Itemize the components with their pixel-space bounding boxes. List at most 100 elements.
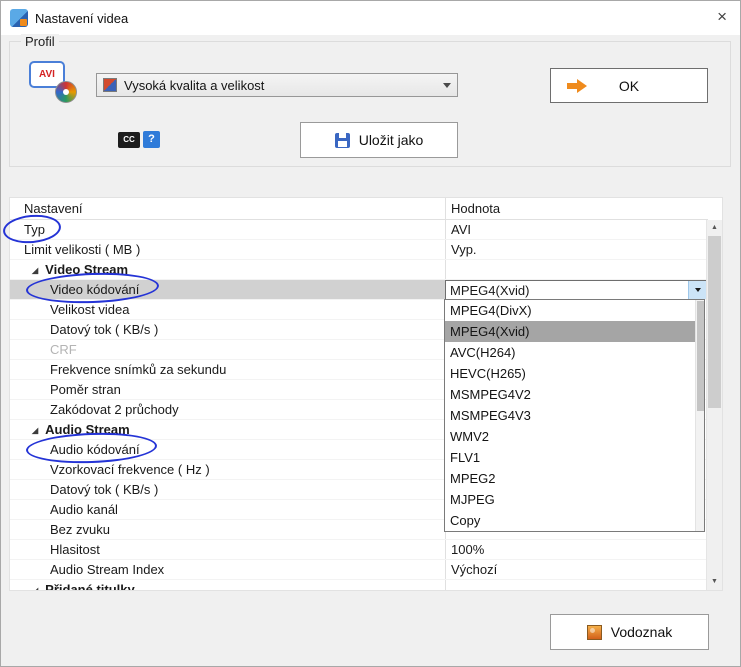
profile-preset-combobox[interactable]: Vysoká kvalita a velikost: [96, 73, 458, 97]
video-codec-combobox[interactable]: MPEG4(Xvid): [445, 280, 708, 299]
setting-name-cell[interactable]: Audio Stream Index: [10, 560, 445, 579]
combobox-dropdown-button[interactable]: [688, 281, 707, 299]
watermark-button[interactable]: Vodoznak: [550, 614, 709, 650]
watermark-icon: [587, 625, 602, 640]
expander-icon[interactable]: ◢: [32, 421, 38, 439]
preset-value: Vysoká kvalita a velikost: [124, 78, 264, 93]
setting-name-cell[interactable]: CRF: [10, 340, 445, 359]
setting-label: Vzorkovací frekvence ( Hz ): [50, 462, 210, 477]
setting-label: Hlasitost: [50, 542, 100, 557]
dropdown-item[interactable]: MPEG2: [445, 468, 704, 489]
setting-name-cell[interactable]: Typ: [10, 220, 445, 239]
setting-name-cell[interactable]: Poměr stran: [10, 380, 445, 399]
setting-label: Video kódování: [50, 282, 139, 297]
setting-name-cell[interactable]: Audio kanál: [10, 500, 445, 519]
chevron-down-icon: [443, 83, 451, 88]
titlebar: Nastavení videa ×: [1, 1, 740, 35]
setting-label: Přidané titulky: [45, 582, 135, 591]
column-header-setting: Nastavení: [24, 201, 83, 216]
subtitle-icon[interactable]: CC: [118, 132, 140, 148]
dropdown-scrollbar-thumb[interactable]: [697, 301, 704, 411]
setting-label: Video Stream: [45, 262, 128, 277]
column-header-value: Hodnota: [451, 201, 500, 216]
setting-name-cell[interactable]: Velikost videa: [10, 300, 445, 319]
save-as-button[interactable]: Uložit jako: [300, 122, 458, 158]
ok-button[interactable]: OK: [550, 68, 708, 103]
setting-label: Audio Stream: [45, 422, 130, 437]
setting-name-cell[interactable]: Zakódovat 2 průchody: [10, 400, 445, 419]
watermark-button-label: Vodoznak: [611, 624, 673, 640]
setting-row[interactable]: Typ AVI: [10, 220, 708, 240]
save-as-button-label: Uložit jako: [359, 132, 424, 148]
setting-label: Limit velikosti ( MB ): [24, 242, 140, 257]
expander-icon[interactable]: ◢: [32, 581, 38, 591]
scroll-up-icon[interactable]: ▲: [707, 220, 722, 236]
setting-name-cell[interactable]: ◢ Video Stream: [10, 260, 445, 279]
dropdown-item[interactable]: MJPEG: [445, 489, 704, 510]
setting-label: Datový tok ( KB/s ): [50, 482, 158, 497]
setting-label: Frekvence snímků za sekundu: [50, 362, 226, 377]
video-codec-dropdown-list: MPEG4(DivX)MPEG4(Xvid)AVC(H264)HEVC(H265…: [444, 299, 705, 532]
dropdown-item[interactable]: MPEG4(DivX): [445, 300, 704, 321]
scroll-down-icon[interactable]: ▼: [707, 574, 722, 590]
dropdown-item[interactable]: FLV1: [445, 447, 704, 468]
scrollbar-thumb[interactable]: [708, 236, 721, 408]
dropdown-items: MPEG4(DivX)MPEG4(Xvid)AVC(H264)HEVC(H265…: [445, 300, 704, 531]
dropdown-scrollbar[interactable]: [695, 300, 704, 531]
chevron-down-icon: [695, 288, 701, 292]
setting-label: Bez zvuku: [50, 522, 110, 537]
setting-label: Datový tok ( KB/s ): [50, 322, 158, 337]
group-row[interactable]: ◢ Video Stream: [10, 260, 708, 280]
save-icon: [335, 133, 350, 148]
setting-name-cell[interactable]: Video kódování: [10, 280, 445, 299]
help-icon[interactable]: ?: [143, 131, 160, 148]
ok-button-label: OK: [619, 78, 639, 94]
dropdown-item[interactable]: AVC(H264): [445, 342, 704, 363]
dropdown-item[interactable]: WMV2: [445, 426, 704, 447]
setting-value-cell[interactable]: [445, 260, 708, 279]
setting-value-cell[interactable]: Výchozí: [445, 560, 708, 579]
setting-value-cell[interactable]: [445, 580, 708, 591]
setting-value-cell[interactable]: 100%: [445, 540, 708, 559]
dropdown-item[interactable]: HEVC(H265): [445, 363, 704, 384]
setting-name-cell[interactable]: Limit velikosti ( MB ): [10, 240, 445, 259]
expander-icon[interactable]: ◢: [32, 261, 38, 279]
setting-label: Audio kanál: [50, 502, 118, 517]
setting-name-cell[interactable]: Vzorkovací frekvence ( Hz ): [10, 460, 445, 479]
disc-icon: [55, 81, 77, 103]
avi-format-icon: AVI: [29, 61, 77, 103]
dropdown-item[interactable]: MPEG4(Xvid): [445, 321, 704, 342]
setting-name-cell[interactable]: Datový tok ( KB/s ): [10, 480, 445, 499]
setting-name-cell[interactable]: Hlasitost: [10, 540, 445, 559]
setting-value-cell[interactable]: Vyp.: [445, 240, 708, 259]
window-title: Nastavení videa: [35, 11, 128, 26]
setting-name-cell[interactable]: ◢ Audio Stream: [10, 420, 445, 439]
dropdown-item[interactable]: Copy: [445, 510, 704, 531]
setting-name-cell[interactable]: Bez zvuku: [10, 520, 445, 539]
dropdown-item[interactable]: MSMPEG4V2: [445, 384, 704, 405]
setting-value-cell[interactable]: AVI: [445, 220, 708, 239]
video-settings-dialog: Nastavení videa × Profil AVI Vysoká kval…: [0, 0, 741, 667]
setting-label: CRF: [50, 342, 77, 357]
group-row[interactable]: ◢ Přidané titulky: [10, 580, 708, 591]
setting-label: Audio Stream Index: [50, 562, 164, 577]
setting-row[interactable]: Limit velikosti ( MB ) Vyp.: [10, 240, 708, 260]
setting-row[interactable]: Video kódování MPEG4(Xvid): [10, 280, 708, 300]
grid-scrollbar[interactable]: ▲ ▼: [706, 220, 722, 590]
setting-label: Velikost videa: [50, 302, 130, 317]
setting-row[interactable]: Hlasitost 100%: [10, 540, 708, 560]
combobox-value: MPEG4(Xvid): [446, 281, 688, 300]
setting-label: Poměr stran: [50, 382, 121, 397]
setting-label: Audio kódování: [50, 442, 140, 457]
close-button[interactable]: ×: [717, 8, 727, 26]
setting-row[interactable]: Audio Stream Index Výchozí: [10, 560, 708, 580]
orange-arrow-icon: [567, 79, 587, 93]
setting-name-cell[interactable]: Frekvence snímků za sekundu: [10, 360, 445, 379]
setting-name-cell[interactable]: Audio kódování: [10, 440, 445, 459]
setting-label: Typ: [24, 222, 45, 237]
setting-name-cell[interactable]: Datový tok ( KB/s ): [10, 320, 445, 339]
setting-name-cell[interactable]: ◢ Přidané titulky: [10, 580, 445, 591]
setting-value-cell[interactable]: MPEG4(Xvid): [445, 280, 708, 299]
dropdown-item[interactable]: MSMPEG4V3: [445, 405, 704, 426]
app-icon: [10, 9, 28, 27]
